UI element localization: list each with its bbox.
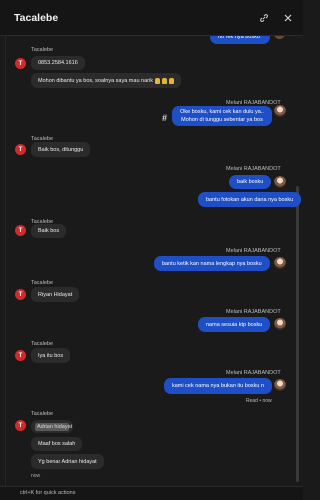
- message-text: baik bosku: [237, 179, 264, 185]
- chat-title: Tacalebe: [14, 11, 59, 24]
- incoming-bubble: Iya itu bos: [31, 348, 71, 363]
- incoming-bubble: Yg benar Adrian hidayat: [31, 454, 104, 469]
- message-list[interactable]: no rek nya bosku Tacalebe T 0853.2584.16…: [0, 36, 303, 486]
- emoji-icon: [154, 77, 160, 84]
- outgoing-bubble: no rek nya bosku: [210, 36, 270, 44]
- quoted-message: Adrian hidayat: [31, 420, 73, 433]
- link-icon[interactable]: [257, 11, 271, 25]
- outgoing-bubble: bantu ketik kan nama lengkap nya bosku: [154, 256, 270, 271]
- avatar: T: [15, 225, 26, 236]
- avatar: T: [15, 58, 26, 69]
- message-text: Baik bos: [38, 228, 60, 234]
- sender-name: Melani RAJABANDOT: [226, 248, 281, 254]
- message-text: Iya itu bos: [38, 352, 64, 359]
- sender-name: Tacalebe: [31, 47, 54, 53]
- outgoing-bubble: bantu fotokan akun dana nya bosku: [198, 192, 302, 207]
- emoji-icon: [168, 77, 174, 84]
- avatar: [274, 105, 286, 117]
- hash-icon: #: [162, 113, 168, 123]
- incoming-bubble: 0853.2584.1616: [31, 56, 85, 70]
- incoming-bubble: Riyan Hidayat: [31, 287, 80, 302]
- message-text: Baik bos, ditunggu: [38, 146, 84, 153]
- avatar: [274, 176, 286, 188]
- message-text: bantu fotokan akun dana nya bosku: [206, 196, 294, 203]
- avatar: [274, 318, 286, 330]
- message-text: Mohon dibantu ya bos, soalnya saya mau n…: [38, 77, 153, 84]
- quick-actions-hint: ctrl+K for quick actions: [0, 486, 303, 500]
- quoted-text: Adrian hidayat: [35, 423, 73, 431]
- avatar: [274, 257, 286, 269]
- message-text: Yg benar Adrian hidayat: [38, 458, 97, 465]
- sender-name: Melani RAJABANDOT: [226, 309, 281, 315]
- avatar: T: [15, 350, 26, 361]
- sender-name: Tacalebe: [31, 280, 54, 286]
- incoming-bubble: Baik bos, ditunggu: [31, 142, 91, 157]
- avatar: [274, 36, 285, 39]
- chat-header: Tacalebe: [0, 0, 303, 36]
- outgoing-bubble: baik bosku: [229, 175, 272, 189]
- outgoing-bubble: Oke bosku, kami cek kan dulu ya.. Mohon …: [172, 106, 272, 126]
- sender-name: Melani RAJABANDOT: [226, 166, 281, 172]
- incoming-bubble: Maaf bos salah: [31, 437, 83, 451]
- message-text: bantu ketik kan nama lengkap nya bosku: [162, 260, 262, 267]
- incoming-bubble: Mohon dibantu ya bos, soalnya saya mau n…: [31, 73, 181, 88]
- avatar: T: [15, 289, 26, 300]
- message-text: nama sesuia ktp bosku: [206, 321, 263, 328]
- sender-name: Tacalebe: [31, 411, 54, 417]
- sender-name: Tacalebe: [31, 341, 54, 347]
- message-text: Maaf bos salah: [38, 441, 76, 447]
- read-receipt: Read • now: [246, 398, 272, 404]
- outgoing-bubble: nama sesuia ktp bosku: [198, 317, 271, 332]
- avatar: T: [15, 420, 26, 431]
- left-divider: [5, 36, 6, 486]
- close-icon[interactable]: [281, 11, 295, 25]
- timestamp: now: [31, 473, 41, 479]
- scrollbar[interactable]: [296, 186, 299, 482]
- message-text: Oke bosku, kami cek kan dulu ya..: [180, 109, 264, 115]
- outgoing-bubble: kami cek nama nya bukan itu bosku n: [164, 378, 273, 394]
- message-text: kami cek nama nya bukan itu bosku n: [172, 383, 265, 389]
- avatar: T: [15, 144, 26, 155]
- message-text: 0853.2584.1616: [38, 60, 78, 66]
- message-text: Mohon di tunggu sebentar ya bos: [181, 117, 263, 123]
- avatar: [274, 379, 286, 391]
- incoming-bubble: Baik bos: [31, 224, 67, 238]
- message-text: Riyan Hidayat: [38, 291, 73, 298]
- emoji-icon: [161, 77, 167, 84]
- sender-name: Melani RAJABANDOT: [226, 370, 281, 376]
